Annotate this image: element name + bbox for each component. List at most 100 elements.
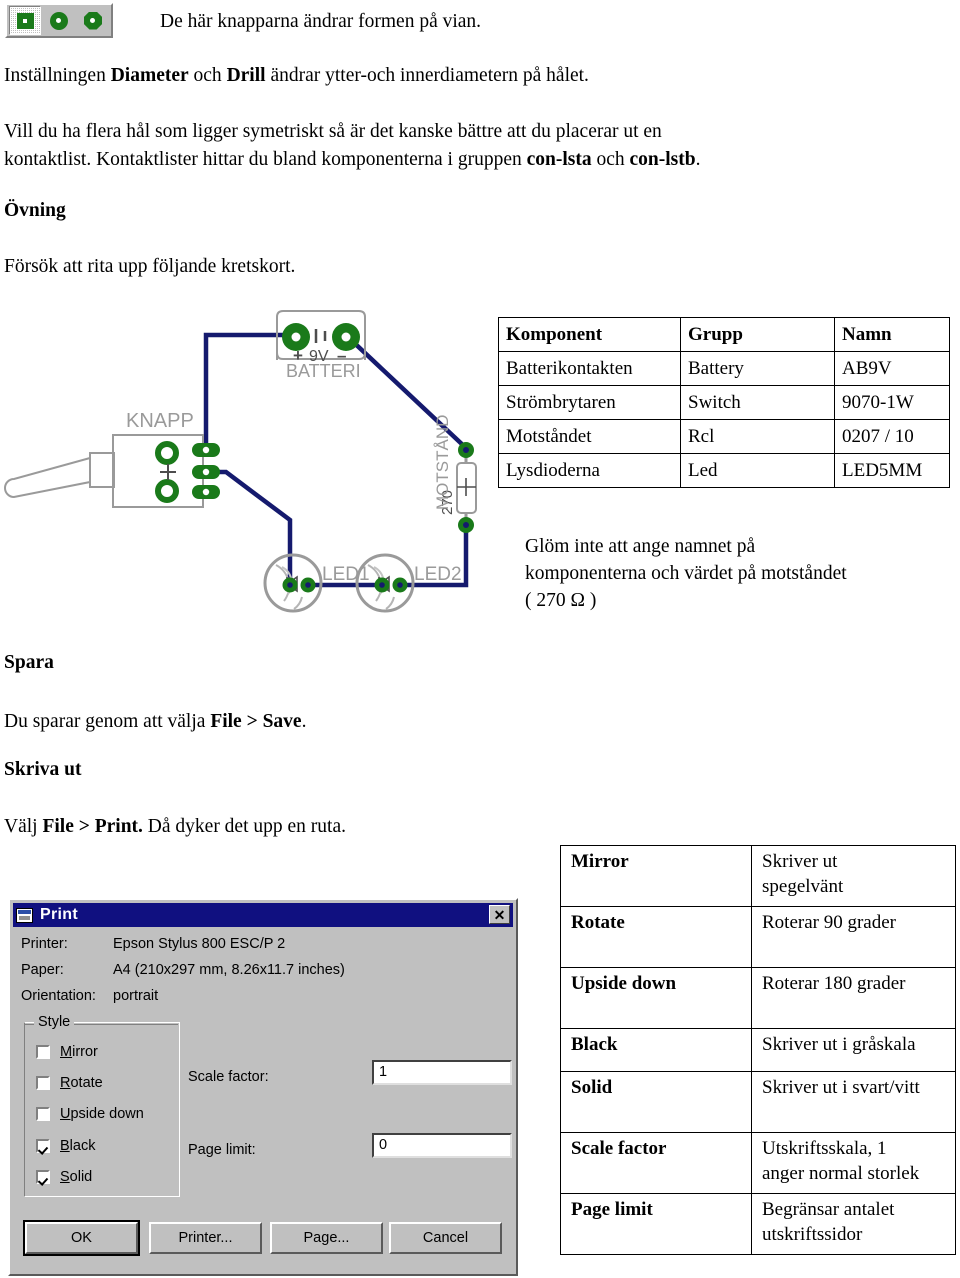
- square-pad-button[interactable]: [9, 6, 41, 35]
- round-pad-icon: [50, 11, 68, 30]
- option-desc: Roterar 180 grader: [751, 967, 956, 1029]
- table-row: Motståndet Rcl 0207 / 10: [498, 419, 950, 454]
- checkbox-solid[interactable]: Solid: [36, 1169, 92, 1185]
- spara-text: Du sparar genom att välja File > Save.: [4, 708, 306, 736]
- cell-grupp: Battery: [680, 351, 835, 386]
- checkbox-mirror[interactable]: Mirror: [36, 1044, 98, 1060]
- para1-bold-diameter: Diameter: [110, 65, 189, 86]
- switch-lever: [4, 456, 91, 499]
- printer-label: Printer:: [21, 936, 68, 952]
- col-header-grupp: Grupp: [680, 317, 835, 352]
- cell-namn: 9070-1W: [834, 385, 950, 420]
- octagon-pad-icon: [84, 11, 102, 30]
- table-row: Strömbrytaren Switch 9070-1W: [498, 385, 950, 420]
- printer-value: Epson Stylus 800 ESC/P 2: [113, 936, 286, 952]
- para2-line2: kontaktlist. Kontaktlister hittar du bla…: [4, 146, 864, 174]
- ok-button[interactable]: OK: [23, 1220, 140, 1256]
- scale-factor-label: Scale factor:: [188, 1069, 269, 1085]
- note-line-2: komponenterna och värdet på motståndet: [525, 563, 847, 584]
- option-desc-line2: anger normal storlek: [762, 1163, 920, 1184]
- checkbox-label-mirror: irror: [72, 1044, 98, 1060]
- checkbox-rotate[interactable]: Rotate: [36, 1075, 103, 1091]
- orientation-value: portrait: [113, 988, 159, 1004]
- round-pad-button[interactable]: [43, 6, 75, 35]
- cell-namn: LED5MM: [834, 453, 950, 488]
- style-groupbox-legend: Style: [34, 1014, 75, 1030]
- para2-part-e: .: [695, 149, 701, 170]
- option-desc-line2: spegelvänt: [762, 876, 844, 897]
- table-row: Rotate Roterar 90 grader: [560, 906, 956, 968]
- resistor-label: MOTSTÅND: [433, 415, 452, 510]
- page-limit-input[interactable]: 0: [372, 1133, 512, 1158]
- para1-part-c: och: [188, 65, 227, 86]
- checkbox-black[interactable]: Black: [36, 1138, 95, 1154]
- cell-komponent: Strömbrytaren: [498, 385, 681, 420]
- printer-window-icon: [16, 907, 33, 923]
- printer-button[interactable]: Printer...: [149, 1222, 262, 1254]
- component-table: Komponent Grupp Namn Batterikontakten Ba…: [498, 317, 950, 488]
- para2-line1: Vill du ha flera hål som ligger symetris…: [4, 121, 662, 142]
- option-key: Mirror: [560, 845, 752, 907]
- cell-namn: AB9V: [834, 351, 950, 386]
- component-table-note: Glöm inte att ange namnet på komponenter…: [525, 533, 945, 614]
- skriva-part-c: Då dyker det upp en ruta.: [142, 816, 346, 837]
- switch-collar: [89, 452, 115, 488]
- circuit-diagram: KNAPP + 9V – BATTERI 270 MOTSTÅND LED1 L…: [4, 310, 477, 613]
- para2-part-c: och: [591, 149, 630, 170]
- checkbox-label-solid: olid: [69, 1169, 93, 1185]
- option-key: Scale factor: [560, 1132, 752, 1194]
- switch-label: KNAPP: [126, 410, 194, 432]
- table-row: Batterikontakten Battery AB9V: [498, 351, 950, 386]
- para2-part-a: kontaktlist. Kontaktlister hittar du bla…: [4, 149, 527, 170]
- cancel-button[interactable]: Cancel: [389, 1222, 502, 1254]
- checkbox-label-black: lack: [69, 1138, 96, 1154]
- paragraph-kontaktlist: Vill du ha flera hål som ligger symetris…: [4, 118, 864, 174]
- dialog-titlebar[interactable]: Print ✕: [13, 903, 513, 927]
- option-desc-line2: utskriftssidor: [762, 1224, 863, 1245]
- spara-part-a: Du sparar genom att välja: [4, 711, 211, 732]
- option-key: Page limit: [560, 1193, 752, 1255]
- dialog-title: Print: [40, 906, 78, 923]
- note-line-1: Glöm inte att ange namnet på: [525, 536, 756, 557]
- option-desc-line1: Skriver ut: [762, 851, 838, 872]
- option-desc: Roterar 90 grader: [751, 906, 956, 968]
- para1-bold-drill: Drill: [226, 65, 266, 86]
- print-dialog[interactable]: Print ✕ Printer: Epson Stylus 800 ESC/P …: [8, 898, 518, 1276]
- cell-komponent: Batterikontakten: [498, 351, 681, 386]
- spara-bold-filesave: File > Save: [210, 711, 302, 732]
- paragraph-diameter-drill: Inställningen Diameter och Drill ändrar …: [4, 62, 834, 90]
- close-icon[interactable]: ✕: [489, 905, 510, 924]
- option-key: Rotate: [560, 906, 752, 968]
- checkbox-upside-down[interactable]: Upside down: [36, 1106, 144, 1122]
- checkbox-label-rotate: otate: [70, 1075, 103, 1091]
- option-desc: Utskriftsskala, 1 anger normal storlek: [751, 1132, 956, 1194]
- paper-value: A4 (210x297 mm, 8.26x11.7 inches): [113, 962, 345, 978]
- switch-pin-pads: [192, 443, 220, 499]
- option-desc-line1: Begränsar antalet: [762, 1199, 895, 1220]
- checkbox-box-mirror: [36, 1045, 50, 1059]
- checkbox-label-upside-down: pside down: [70, 1106, 144, 1122]
- table-header-row: Komponent Grupp Namn: [498, 317, 950, 352]
- square-pad-icon: [16, 12, 34, 29]
- para1-part-a: Inställningen: [4, 65, 111, 86]
- led2-label: LED2: [414, 564, 462, 585]
- via-shape-toolbar[interactable]: [5, 3, 113, 38]
- checkbox-box-solid: [36, 1170, 50, 1184]
- spara-part-c: .: [301, 711, 307, 732]
- page-button[interactable]: Page...: [270, 1222, 383, 1254]
- octagon-pad-button[interactable]: [77, 6, 109, 35]
- cell-namn: 0207 / 10: [834, 419, 950, 454]
- paper-label: Paper:: [21, 962, 64, 978]
- wire-switch-to-battery: [203, 332, 299, 453]
- resistor-component: 270 MOTSTÅND: [433, 415, 477, 533]
- heading-spara: Spara: [4, 652, 54, 673]
- scale-factor-input[interactable]: 1: [372, 1060, 512, 1085]
- checkbox-box-upside-down: [36, 1107, 50, 1121]
- skriva-part-a: Välj: [4, 816, 43, 837]
- option-desc: Begränsar antalet utskriftssidor: [751, 1193, 956, 1255]
- table-row: Scale factor Utskriftsskala, 1 anger norm…: [560, 1132, 956, 1194]
- option-key: Solid: [560, 1071, 752, 1133]
- switch-hole-top: [155, 441, 179, 465]
- para2-bold-conlstb: con-lstb: [629, 149, 696, 170]
- cell-komponent: Lysdioderna: [498, 453, 681, 488]
